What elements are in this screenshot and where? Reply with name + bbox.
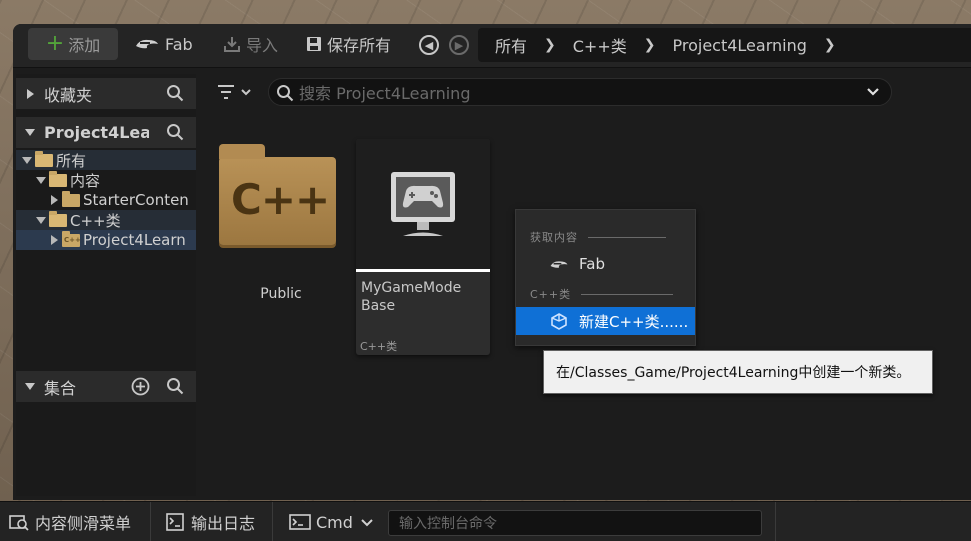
tree-item-starter-content[interactable]: StarterConten <box>16 190 196 210</box>
forward-arrow-icon[interactable]: ▶ <box>449 35 469 55</box>
expand-arrow-icon[interactable] <box>51 195 58 205</box>
fab-button[interactable]: Fab <box>134 28 193 60</box>
folder-open-icon <box>49 210 67 227</box>
sources-panel: 收藏夹 Project4Learn 所有 内容 StarterConten <box>16 74 196 496</box>
project-label: Project4Learn <box>44 123 149 142</box>
fab-icon <box>134 37 160 51</box>
asset-tile-label: Public <box>260 286 302 302</box>
import-button-label: 导入 <box>246 36 279 55</box>
add-button[interactable]: + 添加 <box>28 28 118 60</box>
breadcrumb: 所有 ❯ C++类 ❯ Project4Learning ❯ <box>478 28 971 62</box>
menu-item-fab[interactable]: Fab <box>516 250 695 278</box>
breadcrumb-item-all[interactable]: 所有 <box>495 33 527 57</box>
chevron-down-icon[interactable] <box>865 83 881 99</box>
menu-section-label: 获取内容 <box>530 231 578 244</box>
asset-thumbnail <box>356 139 490 269</box>
tree-item-all[interactable]: 所有 <box>16 150 196 170</box>
context-menu: 获取内容 Fab C++类 新建C++类...... <box>515 209 696 346</box>
search-icon <box>277 85 294 102</box>
tree-item-cpp-classes[interactable]: C++类 <box>16 210 196 230</box>
project-header[interactable]: Project4Learn <box>16 117 196 148</box>
chevron-right-icon[interactable]: ❯ <box>824 37 836 53</box>
content-browser-window: + 添加 Fab 导入 保存所有 ◀ ▶ 所有 ❯ C++类 ❯ Project… <box>13 24 971 500</box>
cmd-label: Cmd <box>316 512 353 532</box>
asset-type-label: C++类 <box>360 340 398 353</box>
collapse-arrow-icon[interactable] <box>25 383 35 390</box>
fab-button-label: Fab <box>165 34 193 54</box>
expand-arrow-icon[interactable] <box>51 235 58 245</box>
search-icon[interactable] <box>166 84 184 102</box>
menu-item-new-cpp-class[interactable]: 新建C++类...... <box>516 307 695 335</box>
output-log-button[interactable]: 输出日志 <box>166 502 255 541</box>
chevron-right-icon[interactable]: ❯ <box>544 37 556 53</box>
menu-item-label: 新建C++类...... <box>579 312 689 331</box>
fab-icon <box>549 259 569 270</box>
terminal-icon <box>289 514 311 530</box>
tree-item-label: C++类 <box>70 211 121 230</box>
tree-item-content[interactable]: 内容 <box>16 170 196 190</box>
breadcrumb-item-project[interactable]: Project4Learning <box>672 36 806 55</box>
menu-item-label: Fab <box>579 255 605 273</box>
collapse-arrow-icon[interactable] <box>22 156 32 164</box>
breadcrumb-item-cpp-classes[interactable]: C++类 <box>573 33 627 57</box>
import-button[interactable]: 导入 <box>223 28 278 60</box>
asset-tile-public-folder[interactable]: C++ Public <box>219 144 339 302</box>
tooltip: 在/Classes_Game/Project4Learning中创建一个新类。 <box>543 350 933 394</box>
favorites-label: 收藏夹 <box>44 85 93 105</box>
save-all-button-label: 保存所有 <box>327 36 392 55</box>
tree-item-label: 所有 <box>56 151 87 170</box>
tree-item-label: 内容 <box>70 171 101 190</box>
content-drawer-label: 内容侧滑菜单 <box>35 514 132 533</box>
menu-section-label: C++类 <box>530 288 572 301</box>
asset-type-color-bar <box>356 269 490 272</box>
cpp-folder-icon: C++ <box>219 144 336 245</box>
console-command-input[interactable]: 输入控制台命令 <box>388 510 762 536</box>
cpp-folder-icon: C++ <box>62 230 81 247</box>
tree-item-project[interactable]: C++ Project4Learn <box>16 230 196 250</box>
folder-tree: 所有 内容 StarterConten C++类 C++ Project4Lea… <box>16 150 196 250</box>
new-class-icon <box>549 312 569 330</box>
filter-icon <box>218 85 251 99</box>
folder-icon <box>62 190 80 207</box>
search-placeholder: 搜索 Project4Learning <box>299 84 471 103</box>
collapse-arrow-icon[interactable] <box>36 176 46 184</box>
folder-open-icon <box>35 150 53 167</box>
asset-tile-gamemode[interactable]: MyGameMode Base C++类 <box>356 139 490 355</box>
cmd-selector[interactable]: Cmd <box>289 502 374 541</box>
chevron-down-icon <box>361 519 373 527</box>
search-icon[interactable] <box>166 377 184 395</box>
content-drawer-icon <box>9 515 29 531</box>
expand-arrow-icon[interactable] <box>27 88 34 99</box>
tree-item-label: StarterConten <box>83 191 189 209</box>
content-drawer-button[interactable]: 内容侧滑菜单 <box>9 502 131 541</box>
output-log-icon <box>166 513 184 531</box>
save-icon <box>306 36 322 52</box>
gamepad-monitor-icon <box>391 172 455 236</box>
plus-icon: + <box>45 31 65 56</box>
collections-label: 集合 <box>44 378 77 398</box>
add-button-label: 添加 <box>68 36 101 55</box>
collections-header[interactable]: 集合 <box>16 371 196 402</box>
output-log-label: 输出日志 <box>191 514 256 533</box>
favorites-header[interactable]: 收藏夹 <box>16 78 196 109</box>
search-icon[interactable] <box>166 123 184 141</box>
tree-item-label: Project4Learn <box>83 231 186 249</box>
collapse-arrow-icon[interactable] <box>25 129 35 136</box>
save-all-button[interactable]: 保存所有 <box>306 28 391 60</box>
add-circle-icon[interactable] <box>131 377 150 396</box>
status-bar: 内容侧滑菜单 输出日志 Cmd 输入控制台命令 <box>0 501 971 541</box>
filter-button[interactable] <box>216 81 256 103</box>
search-input[interactable]: 搜索 Project4Learning <box>268 78 892 106</box>
collapse-arrow-icon[interactable] <box>36 216 46 224</box>
chevron-right-icon[interactable]: ❯ <box>644 37 656 53</box>
menu-section-cpp-classes: C++类 <box>530 286 674 302</box>
content-browser-toolbar: + 添加 Fab 导入 保存所有 ◀ ▶ 所有 ❯ C++类 ❯ Project… <box>13 24 971 68</box>
back-arrow-icon[interactable]: ◀ <box>419 35 439 55</box>
menu-section-get-content: 获取内容 <box>530 229 666 245</box>
import-icon <box>223 35 241 53</box>
asset-name: MyGameMode Base <box>361 280 462 314</box>
folder-open-icon <box>49 170 67 187</box>
